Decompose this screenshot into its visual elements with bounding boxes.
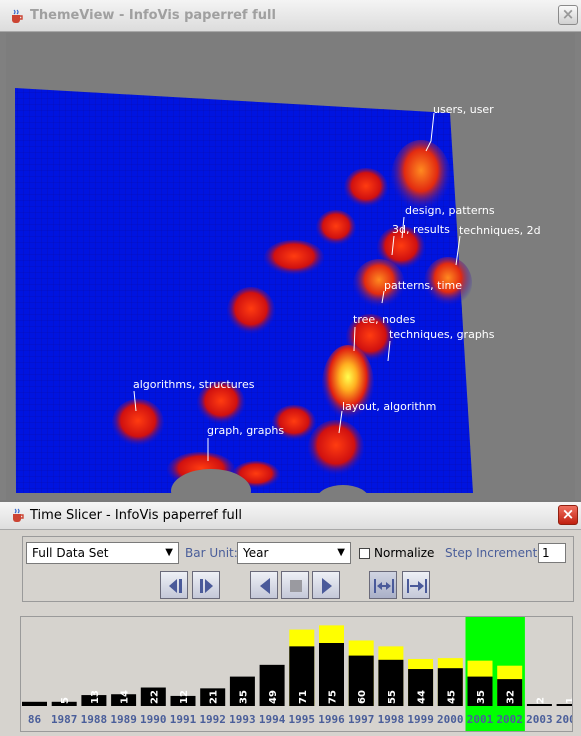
step-increment-label: Step Increment:	[445, 546, 542, 560]
bar-value-label: 45	[446, 690, 457, 704]
step-back-icon	[169, 579, 182, 593]
chevron-down-icon: ▼	[337, 547, 345, 558]
year-tick-label: 1987	[51, 713, 78, 726]
bar-value-label: 60	[357, 690, 368, 704]
theme-label-patterns[interactable]: patterns, time	[384, 279, 462, 292]
expand-range-button[interactable]	[402, 571, 430, 599]
normalize-checkbox[interactable]	[359, 548, 370, 559]
year-tick-label: 1990	[140, 713, 167, 726]
bar-value-label: 2	[535, 697, 546, 704]
step-forward-button[interactable]	[192, 571, 220, 599]
dataset-select-value: Full Data Set	[32, 546, 109, 560]
year-tick-label: 2000	[437, 713, 464, 726]
bar-value-label: 12	[179, 690, 190, 704]
year-tick-label: 1993	[229, 713, 256, 726]
year-tick-label: 1997	[348, 713, 375, 726]
slicer-controls-panel: Full Data Set ▼ Bar Unit: Year ▼ Normali…	[22, 536, 574, 602]
year-tick-label: 1996	[318, 713, 345, 726]
bar-value-label: 14	[120, 690, 131, 704]
themeview-title: ThemeView - InfoVis paperref full	[30, 8, 276, 23]
themeview-titlebar[interactable]: ThemeView - InfoVis paperref full ×	[0, 0, 581, 32]
close-icon: ×	[561, 5, 575, 23]
play-forward-icon	[322, 578, 332, 594]
theme-label-users[interactable]: users, user	[433, 103, 494, 116]
year-tick-label: 1994	[259, 713, 286, 726]
normalize-label: Normalize	[374, 546, 435, 560]
fit-range-button[interactable]	[369, 571, 397, 599]
bar-value-label: 1	[565, 697, 573, 704]
year-tick-label: 1991	[170, 713, 197, 726]
theme-label-techniques-graphs[interactable]: techniques, graphs	[389, 328, 495, 341]
step-increment-input[interactable]: 1	[538, 543, 566, 563]
java-cup-icon	[9, 9, 24, 24]
year-tick-label: 2001	[467, 713, 494, 726]
bar-value-label: 22	[149, 690, 160, 704]
timeslicer-window: Time Slicer - InfoVis paperref full × Fu…	[0, 502, 581, 736]
theme-label-tree[interactable]: tree, nodes	[353, 313, 415, 326]
year-tick-label: 1995	[289, 713, 316, 726]
year-tick-label: 1988	[81, 713, 108, 726]
bar-value-label: 75	[328, 690, 339, 704]
histogram-chart: 8651987131988141989221990121991211992351…	[22, 617, 573, 731]
year-tick-label: 86	[28, 713, 42, 726]
theme-landscape[interactable]: users, user design, patterns 3d, results…	[6, 33, 575, 500]
step-back-button[interactable]	[160, 571, 188, 599]
bar-value-label: 5	[60, 697, 71, 704]
timeslicer-titlebar[interactable]: Time Slicer - InfoVis paperref full ×	[0, 502, 581, 530]
play-reverse-icon	[260, 578, 270, 594]
year-tick-label: 1999	[407, 713, 434, 726]
bar-value-label: 32	[506, 690, 517, 704]
chevron-down-icon: ▼	[165, 547, 173, 558]
bar-unit-label: Bar Unit:	[185, 546, 238, 560]
bar-value-label: 35	[476, 690, 487, 704]
theme-label-3d[interactable]: 3d, results	[392, 223, 450, 236]
stop-button[interactable]	[281, 571, 309, 599]
step-forward-icon	[200, 579, 213, 593]
bar-value-label: 21	[209, 690, 220, 704]
year-tick-label: 2002	[496, 713, 523, 726]
java-cup-icon	[10, 508, 25, 523]
theme-label-layout[interactable]: layout, algorithm	[342, 400, 436, 413]
bar-value-label: 13	[90, 690, 101, 704]
theme-label-algorithms[interactable]: algorithms, structures	[133, 378, 254, 391]
theme-label-graph[interactable]: graph, graphs	[207, 424, 284, 437]
dataset-select[interactable]: Full Data Set ▼	[26, 542, 179, 564]
year-tick-label: 2003	[526, 713, 553, 726]
theme-label-techniques-2d[interactable]: techniques, 2d	[459, 224, 541, 237]
expand-range-icon	[407, 579, 427, 593]
bar-value-label: 71	[298, 690, 309, 704]
data-bar	[22, 701, 47, 706]
bar-value-label: 35	[238, 690, 249, 704]
year-tick-label: 1989	[110, 713, 137, 726]
bar-unit-value: Year	[243, 546, 269, 560]
bar-value-label: 55	[387, 690, 398, 704]
play-forward-button[interactable]	[312, 571, 340, 599]
year-tick-label: 2004	[556, 713, 573, 726]
play-reverse-button[interactable]	[250, 571, 278, 599]
close-icon: ×	[561, 505, 575, 523]
fit-range-icon	[374, 579, 394, 593]
bar-value-label: 49	[268, 690, 279, 704]
themeview-window: ThemeView - InfoVis paperref full × user…	[0, 0, 581, 500]
stop-icon	[290, 580, 302, 592]
bar-value-label: 44	[417, 690, 428, 704]
year-histogram[interactable]: 86 5 1987 13 1988 14 1989 22 1990 12 1991 21 1992 35 1…	[20, 616, 573, 732]
timeslicer-close-button[interactable]: ×	[558, 505, 578, 525]
timeslicer-title: Time Slicer - InfoVis paperref full	[30, 508, 242, 523]
theme-label-design[interactable]: design, patterns	[405, 204, 495, 217]
year-tick-label: 1992	[199, 713, 226, 726]
bar-unit-select[interactable]: Year ▼	[237, 542, 351, 564]
themeview-close-button[interactable]: ×	[558, 5, 578, 25]
year-tick-label: 1998	[378, 713, 405, 726]
